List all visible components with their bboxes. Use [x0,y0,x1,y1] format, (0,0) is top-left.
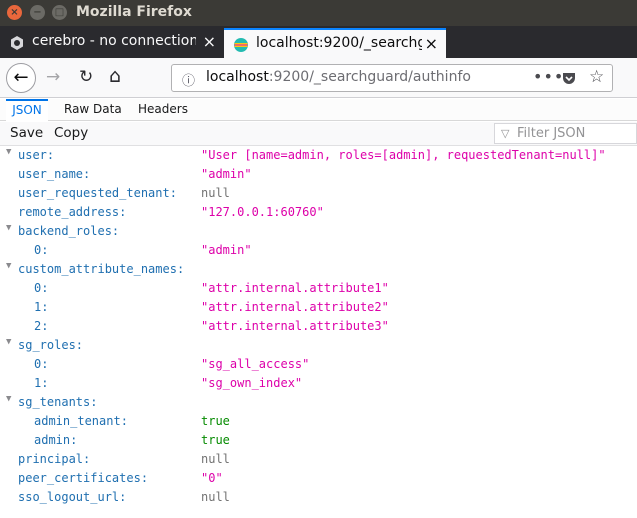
json-row[interactable]: ▼ user: "User [name=admin, roles=[admin], … [0,146,637,165]
tab-headers[interactable]: Headers [138,102,188,116]
elastic-icon [234,38,248,52]
window-titlebar: × − □ Mozilla Firefox [0,0,637,26]
tab-cerebro[interactable]: cerebro - no connection × [0,28,224,58]
json-value: null [201,452,230,466]
copy-button[interactable]: Copy [54,125,88,141]
json-value: null [201,490,230,504]
json-row[interactable]: 2: "attr.internal.attribute3" [0,317,637,336]
json-key: 2: [34,319,49,333]
page-actions-icon[interactable]: ••• [533,67,564,86]
info-icon[interactable]: ⓘ [182,70,195,89]
window-close-button[interactable]: × [7,5,22,20]
json-row[interactable]: 0: "attr.internal.attribute1" [0,279,637,298]
json-row[interactable]: ▼ backend_roles: [0,222,637,241]
url-bar[interactable]: ⓘ localhost:9200/_searchguard/authinfo •… [171,64,613,92]
tab-label: cerebro - no connection [32,33,196,49]
json-key: admin_tenant: [34,414,128,428]
json-tree: ▼ user: "User [name=admin, roles=[admin], … [0,146,637,518]
bookmark-star-icon[interactable]: ☆ [589,67,604,87]
json-row[interactable]: 0: "admin" [0,241,637,260]
json-row[interactable]: ▼ custom_attribute_names: [0,260,637,279]
json-key: 0: [34,281,49,295]
expand-toggle-icon[interactable]: ▼ [6,394,11,404]
home-button[interactable]: ⌂ [109,65,121,87]
back-button[interactable]: ← [6,63,36,93]
json-row[interactable]: principal: null [0,450,637,469]
json-value: "sg_all_access" [201,357,310,371]
json-key: remote_address: [18,205,127,219]
json-key: backend_roles: [18,224,120,238]
json-key: sso_logout_url: [18,490,127,504]
url-text[interactable]: localhost:9200/_searchguard/authinfo [206,69,471,85]
json-toolbar: Save Copy ▽ Filter JSON [0,122,637,146]
pocket-icon[interactable] [561,70,577,86]
tab-authinfo[interactable]: localhost:9200/_searchguard/authinfo × [224,28,446,58]
json-row[interactable]: user_requested_tenant: null [0,184,637,203]
tab-strip: cerebro - no connection × localhost:9200… [0,26,637,78]
json-value: "User [name=admin, roles=[admin], reques… [201,148,606,162]
json-value: true [201,433,230,447]
viewer-tabs: JSON Raw Data Headers [0,99,637,121]
json-key: user: [18,148,55,162]
json-key: 0: [34,243,49,257]
json-row[interactable]: admin: true [0,431,637,450]
json-key: sg_roles: [18,338,84,352]
url-host: localhost [206,69,269,85]
forward-button[interactable]: → [46,67,60,87]
window-minimize-button[interactable]: − [30,5,45,20]
tab-close-icon[interactable]: × [203,32,216,51]
json-key: user_requested_tenant: [18,186,177,200]
json-row[interactable]: 1: "attr.internal.attribute2" [0,298,637,317]
json-key: principal: [18,452,91,466]
json-row[interactable]: 0: "sg_all_access" [0,355,637,374]
json-value: true [201,414,230,428]
json-key: 1: [34,300,49,314]
tab-label: localhost:9200/_searchguard/authinfo [256,35,422,51]
json-row[interactable]: admin_tenant: true [0,412,637,431]
json-value: "0" [201,471,223,485]
json-row[interactable]: user_name: "admin" [0,165,637,184]
json-key: sg_tenants: [18,395,98,409]
json-key: 0: [34,357,49,371]
json-row[interactable]: remote_address: "127.0.0.1:60760" [0,203,637,222]
json-value: "sg_own_index" [201,376,303,390]
expand-toggle-icon[interactable]: ▼ [6,261,11,271]
json-key: 1: [34,376,49,390]
reload-button[interactable]: ↻ [79,67,93,87]
json-value: "attr.internal.attribute3" [201,319,389,333]
tab-json[interactable]: JSON [6,99,48,121]
json-value: "admin" [201,167,252,181]
json-row[interactable]: 1: "sg_own_index" [0,374,637,393]
nav-bar: ← → ↻ ⌂ ⓘ localhost:9200/_searchguard/au… [0,58,637,98]
url-path: :9200/_searchguard/authinfo [268,69,471,85]
json-value: "attr.internal.attribute2" [201,300,389,314]
json-value: null [201,186,230,200]
json-row[interactable]: sso_logout_url: null [0,488,637,507]
json-value: "admin" [201,243,252,257]
window-title: Mozilla Firefox [76,4,192,20]
window-maximize-button[interactable]: □ [52,5,67,20]
tab-close-icon[interactable]: × [425,34,438,53]
json-value: "attr.internal.attribute1" [201,281,389,295]
filter-placeholder: Filter JSON [517,126,586,141]
expand-toggle-icon[interactable]: ▼ [6,337,11,347]
save-button[interactable]: Save [10,125,43,141]
json-key: user_name: [18,167,91,181]
expand-toggle-icon[interactable]: ▼ [6,147,11,157]
cerebro-icon [11,36,23,50]
json-key: admin: [34,433,78,447]
json-key: custom_attribute_names: [18,262,185,276]
json-key: peer_certificates: [18,471,149,485]
json-row[interactable]: peer_certificates: "0" [0,469,637,488]
expand-toggle-icon[interactable]: ▼ [6,223,11,233]
json-row[interactable]: ▼ sg_tenants: [0,393,637,412]
filter-json-input[interactable]: ▽ Filter JSON [494,123,637,144]
json-row[interactable]: ▼ sg_roles: [0,336,637,355]
filter-icon: ▽ [501,127,510,140]
tab-raw-data[interactable]: Raw Data [64,102,122,116]
json-value: "127.0.0.1:60760" [201,205,324,219]
